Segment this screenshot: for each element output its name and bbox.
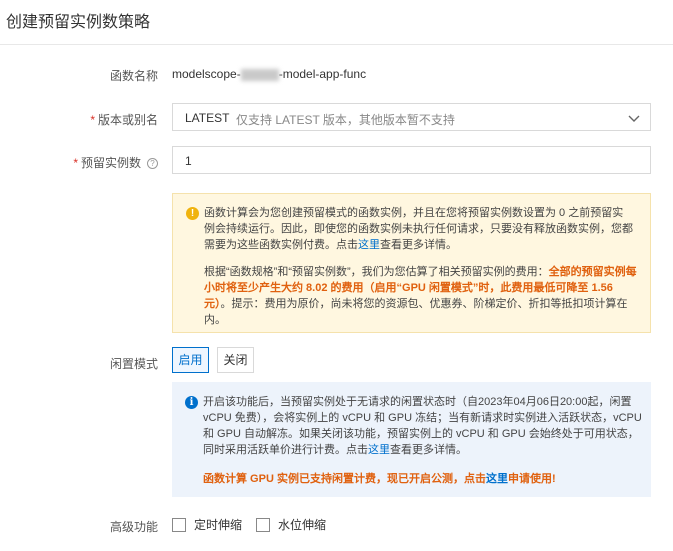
cost-warning-notice: ! 函数计算会为您创建预留模式的函数实例，并且在您将预留实例数设置为 0 之前预… (172, 193, 651, 333)
chevron-down-icon (628, 115, 640, 122)
warning-paragraph-1: 函数计算会为您创建预留模式的函数实例，并且在您将预留实例数设置为 0 之前预留实… (204, 207, 633, 251)
warning-paragraph-2: 根据“函数规格”和“预留实例数”，我们为您估算了相关预留实例的费用：全部的预留实… (204, 266, 637, 326)
idle-mode-info-notice: i 开启该功能后，当预留实例处于无请求的闲置状态时（自2023年04月06日20… (172, 382, 651, 497)
info-icon: i (185, 396, 198, 409)
function-name-value: modelscope- -model-app-func (172, 67, 367, 81)
reserved-count-label: * 预留实例数? (73, 154, 158, 171)
scheduled-scaling-checkbox[interactable]: 定时伸缩 (172, 516, 242, 533)
idle-mode-off-button[interactable]: 关闭 (217, 347, 254, 373)
required-mark: * (73, 156, 78, 170)
idle-mode-on-button[interactable]: 启用 (172, 347, 209, 373)
advanced-label: 高级功能 (109, 520, 158, 534)
idle-mode-label: 闲置模式 (109, 357, 158, 371)
apply-link[interactable]: 这里 (486, 473, 508, 485)
info-paragraph-2: 函数计算 GPU 实例已支持闲置计费，现已开启公测，点击这里申请使用! (203, 473, 556, 485)
version-select[interactable]: LATEST 仅支持 LATEST 版本，其他版本暂不支持 (172, 103, 651, 131)
help-icon[interactable]: ? (147, 158, 158, 170)
watermark-scaling-checkbox[interactable]: 水位伸缩 (256, 516, 326, 533)
details-link[interactable]: 这里 (358, 239, 380, 251)
version-select-hint: 仅支持 LATEST 版本，其他版本暂不支持 (236, 113, 455, 127)
required-mark: * (90, 113, 95, 127)
redacted-text (240, 68, 279, 81)
checkbox-box[interactable] (256, 517, 270, 532)
warning-icon: ! (186, 207, 199, 220)
version-label: * 版本或别名 (90, 113, 158, 127)
version-select-value: LATEST (185, 111, 230, 125)
page-title: 创建预留实例数策略 (6, 14, 151, 31)
function-name-label: 函数名称 (109, 69, 158, 83)
reserved-count-input[interactable]: 1 (172, 146, 651, 174)
details-link[interactable]: 这里 (368, 444, 390, 456)
checkbox-box[interactable] (172, 517, 186, 532)
title-divider (0, 44, 673, 45)
info-paragraph-1: 开启该功能后，当预留实例处于无请求的闲置状态时（自2023年04月06日20:0… (203, 396, 642, 456)
